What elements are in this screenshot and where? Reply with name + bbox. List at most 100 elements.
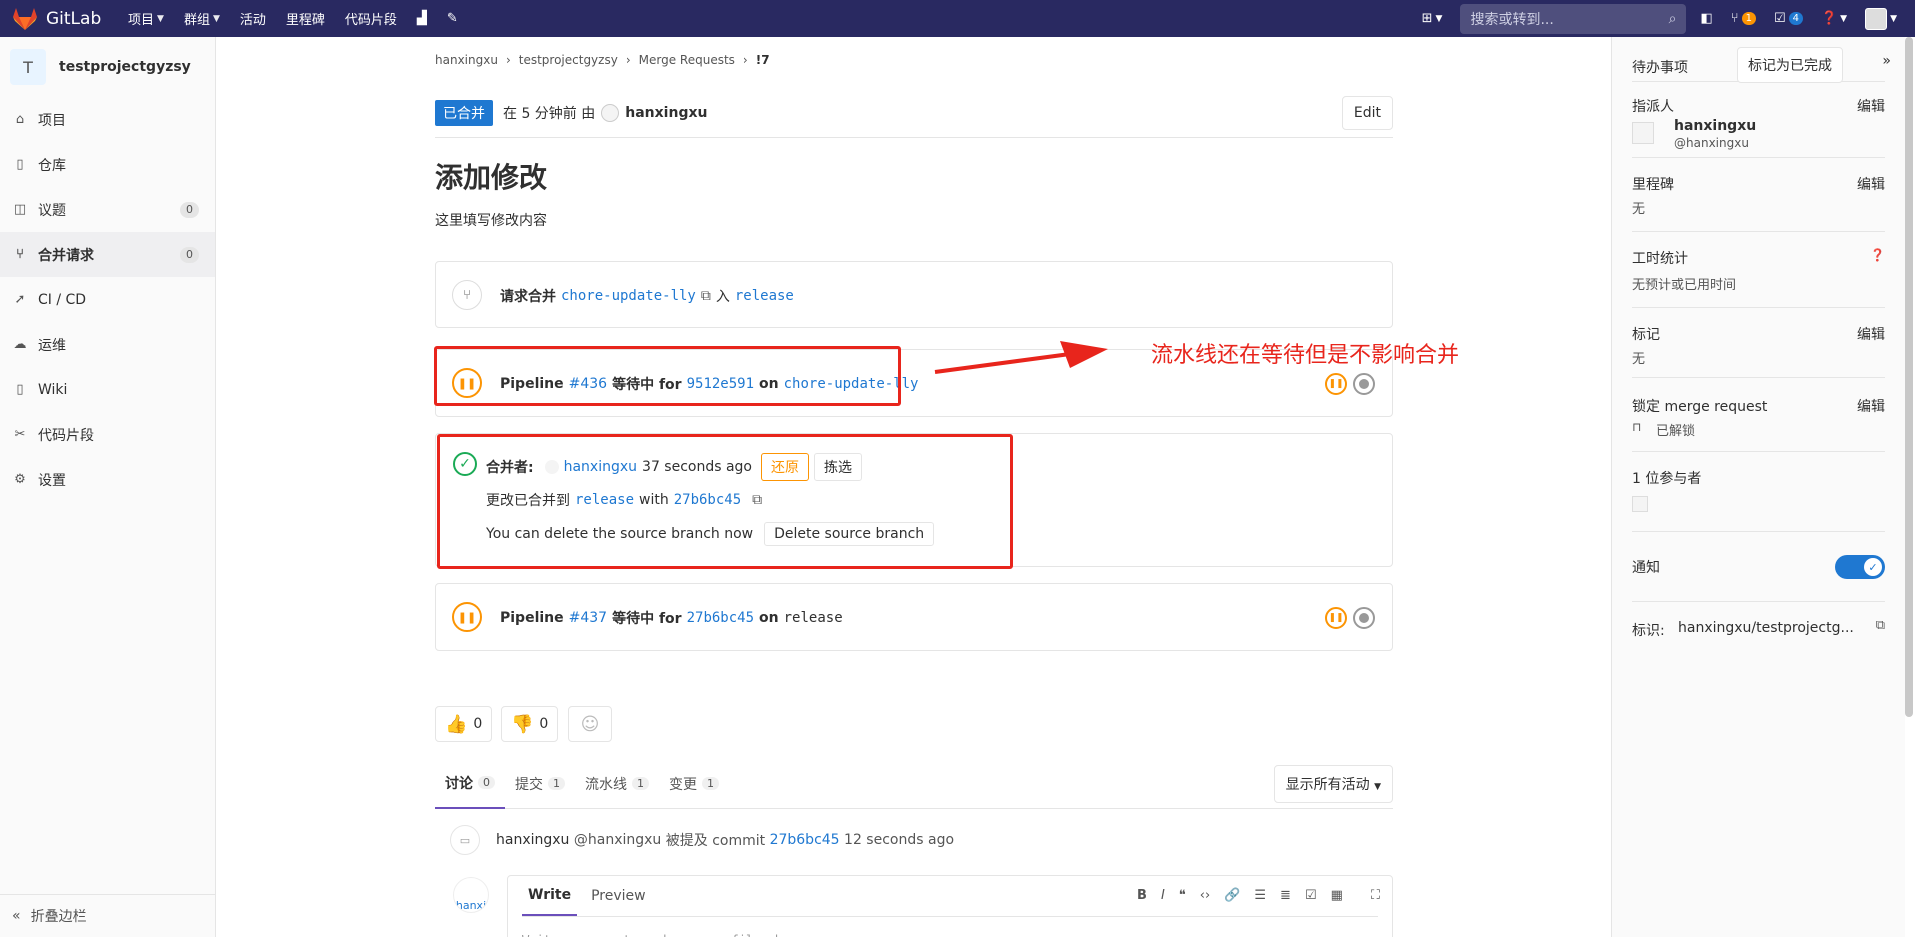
- pause-status-icon[interactable]: ❚❚: [452, 602, 482, 632]
- help-icon[interactable]: ❓ ▼: [1821, 11, 1847, 26]
- nav-projects[interactable]: 项目 ▼: [128, 9, 164, 28]
- wrench-icon[interactable]: ✎: [447, 11, 458, 26]
- gear-icon: ⚙: [14, 472, 26, 487]
- todos-nav[interactable]: ☑ 4: [1774, 11, 1803, 26]
- nav-groups[interactable]: 群组 ▼: [184, 9, 220, 28]
- edit-assignee-link[interactable]: 编辑: [1857, 96, 1885, 116]
- tab-changes[interactable]: 变更 1: [659, 759, 729, 809]
- write-tab[interactable]: Write: [522, 876, 578, 916]
- nav-snippets[interactable]: 代码片段: [345, 9, 397, 28]
- breadcrumb-user[interactable]: hanxingxu: [435, 53, 498, 67]
- link-icon[interactable]: 🔗: [1224, 888, 1240, 903]
- avatar[interactable]: [1632, 496, 1648, 512]
- chart-icon[interactable]: ▟: [417, 11, 427, 26]
- numbered-list-icon[interactable]: ≣: [1280, 888, 1291, 903]
- sidebar-toggle-icon[interactable]: ◧: [1700, 11, 1712, 26]
- add-reaction-button[interactable]: ☺: [568, 706, 612, 742]
- issues-count: 0: [180, 201, 199, 218]
- sidebar-item-project[interactable]: ⌂ 项目: [0, 97, 215, 142]
- stage-pause-icon[interactable]: ❚❚: [1325, 607, 1347, 629]
- mr-author[interactable]: hanxingxu: [625, 105, 707, 121]
- sidebar-item-operations[interactable]: ☁ 运维: [0, 322, 215, 367]
- bullet-list-icon[interactable]: ☰: [1254, 888, 1266, 903]
- tab-commits[interactable]: 提交 1: [505, 759, 575, 809]
- reference-value: hanxingxu/testprojectg...: [1678, 620, 1854, 636]
- labels-section: 标记 编辑 无: [1632, 308, 1885, 378]
- avatar[interactable]: [1632, 122, 1654, 144]
- nav-activity[interactable]: 活动: [240, 9, 266, 28]
- pipeline-branch[interactable]: release: [784, 610, 843, 626]
- source-branch-link[interactable]: chore-update-lly: [561, 288, 696, 304]
- activity-filter-dropdown[interactable]: 显示所有活动 ▼: [1273, 764, 1393, 803]
- target-branch-link[interactable]: release: [735, 288, 794, 304]
- edit-lock-link[interactable]: 编辑: [1857, 396, 1885, 416]
- pipeline-status-text: 等待中 for: [612, 611, 682, 627]
- fullscreen-icon[interactable]: ⛶: [1371, 888, 1380, 903]
- sidebar-item-wiki[interactable]: ▯ Wiki: [0, 367, 215, 412]
- collapse-sidebar-button[interactable]: « 折叠边栏: [0, 894, 215, 937]
- avatar[interactable]: [601, 103, 620, 122]
- user-avatar-menu[interactable]: ▼: [1865, 7, 1897, 30]
- tab-discussion[interactable]: 讨论 0: [435, 759, 505, 809]
- pipeline-commit-link[interactable]: 27b6bc45: [687, 610, 754, 626]
- sidebar-item-label: 设置: [38, 472, 66, 489]
- breadcrumb-separator: ›: [505, 53, 511, 67]
- sidebar-item-cicd[interactable]: ➚ CI / CD: [0, 277, 215, 322]
- thumbs-up-button[interactable]: 👍 0: [435, 706, 493, 742]
- italic-icon[interactable]: I: [1161, 888, 1165, 903]
- sidebar-item-merge-requests[interactable]: ⑂ 合并请求 0: [0, 232, 215, 277]
- notifications-toggle[interactable]: ✓: [1835, 555, 1885, 579]
- nav-milestones[interactable]: 里程碑: [286, 9, 325, 28]
- merge-request-icon: ⑂: [16, 247, 24, 262]
- breadcrumb-merge-requests[interactable]: Merge Requests: [639, 53, 735, 67]
- breadcrumb-current[interactable]: !7: [756, 53, 770, 67]
- merge-requests-nav[interactable]: ⑂ 1: [1731, 11, 1756, 26]
- notifications-label: 通知: [1632, 560, 1660, 576]
- code-icon[interactable]: ‹›: [1200, 888, 1210, 903]
- table-icon[interactable]: ▦: [1331, 888, 1343, 903]
- annotation-highlight-pipeline: [434, 346, 901, 406]
- note-commit-link[interactable]: 27b6bc45: [770, 832, 840, 848]
- copy-icon[interactable]: ⧉: [1876, 618, 1885, 633]
- stage-created-icon[interactable]: [1353, 373, 1375, 395]
- tab-count: 1: [548, 777, 565, 790]
- note-user[interactable]: hanxingxu: [496, 832, 569, 848]
- assignee-name[interactable]: hanxingxu: [1674, 118, 1756, 134]
- sidebar-item-label: 代码片段: [38, 427, 94, 444]
- quote-icon[interactable]: ❝: [1179, 888, 1186, 903]
- sidebar-item-issues[interactable]: ◫ 议题 0: [0, 187, 215, 232]
- mr-tabs: 讨论 0 提交 1 流水线 1 变更 1 显示所有活动 ▼: [435, 759, 1393, 809]
- pipeline-id-link[interactable]: #437: [569, 610, 607, 626]
- tab-pipelines[interactable]: 流水线 1: [575, 759, 659, 809]
- breadcrumb-project[interactable]: testprojectgyzsy: [519, 53, 618, 67]
- sidebar-item-snippets[interactable]: ✂ 代码片段: [0, 412, 215, 457]
- search-input[interactable]: 搜索或转到... ⌕: [1460, 3, 1687, 34]
- sidebar-item-repository[interactable]: ▯ 仓库: [0, 142, 215, 187]
- stage-pause-icon[interactable]: ❚❚: [1325, 373, 1347, 395]
- plus-icon[interactable]: ⊞ ▼: [1422, 11, 1443, 26]
- preview-tab[interactable]: Preview: [585, 876, 652, 916]
- task-list-icon[interactable]: ☑: [1305, 888, 1317, 903]
- note-handle[interactable]: @hanxingxu: [574, 832, 661, 848]
- reference-section: 标识: hanxingxu/testprojectg... ⧉: [1632, 602, 1885, 662]
- copy-icon[interactable]: ⧉: [701, 288, 711, 304]
- collapse-right-sidebar-icon[interactable]: »: [1882, 53, 1891, 69]
- comment-textarea[interactable]: Write a comment or drag your files here…: [522, 916, 1378, 937]
- issuable-sidebar: 待办事项 标记为已完成 » 指派人 编辑 hanxingxu @hanxingx…: [1611, 37, 1905, 937]
- unlock-icon: ⊓: [1632, 420, 1642, 434]
- mark-done-button[interactable]: 标记为已完成: [1737, 47, 1843, 83]
- pipeline-437-widget: ❚❚ Pipeline #437 等待中 for 27b6bc45 on rel…: [435, 583, 1393, 651]
- thumbs-down-button[interactable]: 👎 0: [501, 706, 559, 742]
- gitlab-logo[interactable]: GitLab: [12, 7, 112, 31]
- project-header[interactable]: T testprojectgyzsy: [0, 37, 215, 97]
- edit-button[interactable]: Edit: [1341, 95, 1393, 130]
- bold-icon[interactable]: B: [1137, 888, 1147, 903]
- edit-labels-link[interactable]: 编辑: [1857, 324, 1885, 344]
- page-scrollbar[interactable]: [1905, 37, 1913, 717]
- help-icon[interactable]: ❓: [1870, 248, 1885, 262]
- stage-created-icon[interactable]: [1353, 607, 1375, 629]
- todo-count-badge: 4: [1788, 12, 1803, 25]
- edit-milestone-link[interactable]: 编辑: [1857, 174, 1885, 194]
- sidebar-item-settings[interactable]: ⚙ 设置: [0, 457, 215, 502]
- thumbs-up-icon: 👍: [445, 713, 468, 735]
